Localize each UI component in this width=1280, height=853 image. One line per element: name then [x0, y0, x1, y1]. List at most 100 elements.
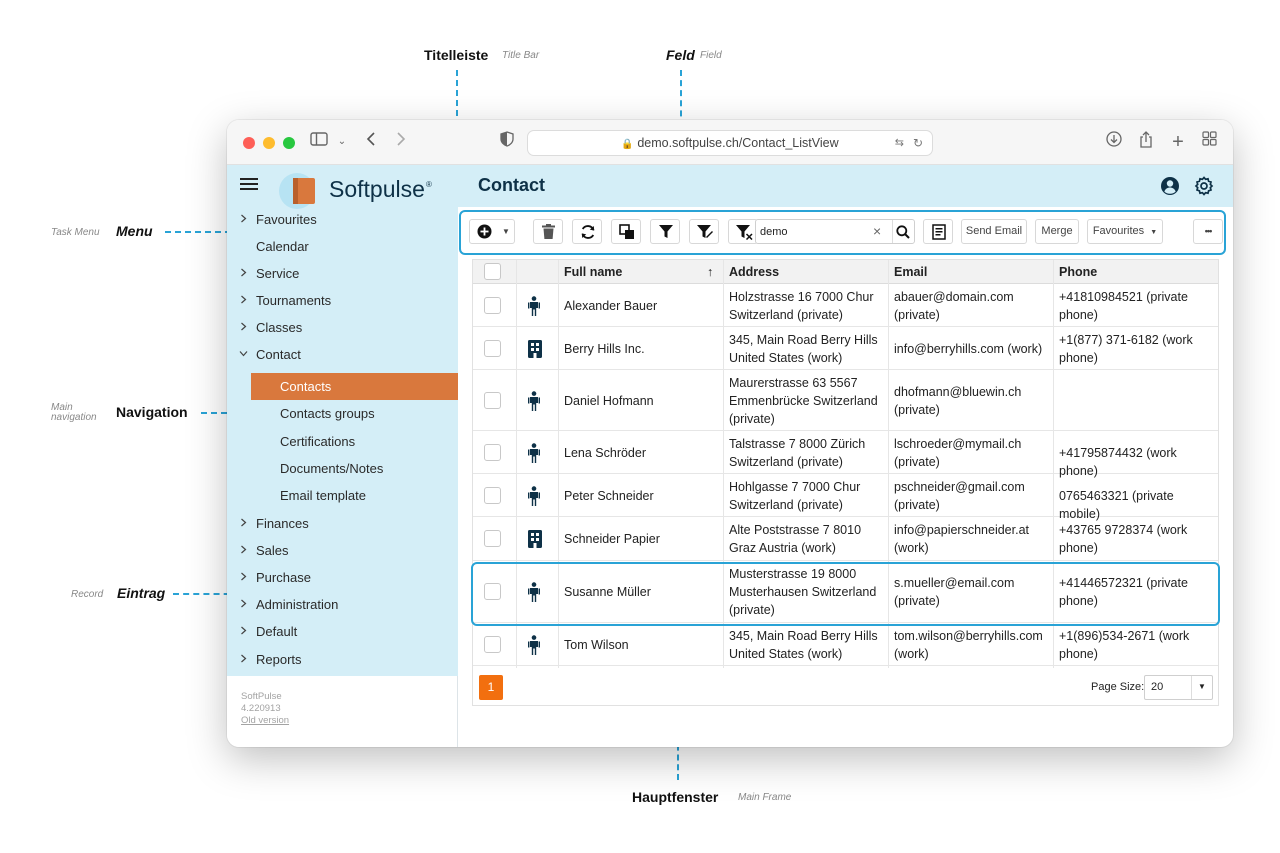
hamburger-menu-icon[interactable]: [240, 177, 258, 196]
download-icon[interactable]: [1103, 131, 1125, 153]
zoom-window-button[interactable]: [283, 137, 295, 149]
annotation-field-sub: Field: [700, 50, 722, 61]
sort-ascending-icon[interactable]: ↑: [707, 263, 713, 281]
sidebar-item-email-template[interactable]: Email template: [227, 482, 458, 509]
address-bar[interactable]: 🔒 demo.softpulse.ch/Contact_ListView ⇆ ↻: [527, 130, 933, 156]
chevron-right-icon: [237, 646, 249, 673]
column-header-email[interactable]: Email: [894, 263, 927, 281]
sidebar-item-contacts-groups[interactable]: Contacts groups: [227, 400, 458, 427]
annotation-line-navigation: [201, 412, 227, 414]
annotation-navigation-sub2: navigation: [51, 412, 97, 423]
sidebar: Softpulse ® Favourites Calendar Service Tou…: [227, 165, 458, 747]
share-icon[interactable]: [1135, 131, 1157, 153]
chevron-down-icon[interactable]: ⌄: [331, 131, 353, 153]
sidebar-item-label: Calendar: [256, 239, 309, 254]
sidebar-item-tournaments[interactable]: Tournaments: [227, 287, 458, 314]
column-header-full-name[interactable]: Full name: [564, 263, 622, 281]
annotation-main-frame: Hauptfenster: [632, 789, 719, 805]
cell-address: Switzerland (private): [729, 307, 843, 322]
sidebar-item-finances[interactable]: Finances: [227, 510, 458, 537]
cell-address: Alte Poststrasse 7 8010: [729, 523, 862, 537]
chevron-right-icon: [237, 260, 249, 287]
page-size-select[interactable]: 20 ▼: [1144, 675, 1213, 700]
cell-address: Emmenbrücke Switzerland: [729, 393, 878, 408]
table-row[interactable]: Alexander Bauer Holzstrasse 16 7000 Chur S…: [473, 284, 1218, 327]
page-title: Contact: [478, 175, 545, 195]
sidebar-item-label: Contacts: [280, 379, 332, 394]
sidebar-item-label: Service: [256, 266, 300, 281]
row-checkbox[interactable]: [484, 635, 501, 653]
cell-email: pschneider@gmail.com: [894, 479, 1025, 494]
translate-icon[interactable]: ⇆: [895, 131, 904, 155]
row-checkbox[interactable]: [484, 486, 501, 504]
sidebar-item-label: Tournaments: [256, 293, 332, 308]
sidebar-item-label: Email template: [280, 488, 366, 504]
settings-gear-icon[interactable]: [1194, 176, 1214, 201]
row-checkbox[interactable]: [484, 296, 501, 314]
content-header: Contact: [458, 165, 1233, 207]
cell-address: Holzstrasse 16 7000 Chur: [729, 289, 874, 304]
annotation-main-frame-sub: Main Frame: [738, 792, 792, 803]
sidebar-item-default[interactable]: Default: [227, 618, 458, 645]
page-size-label: Page Size:: [1091, 681, 1145, 693]
chevron-down-icon: [237, 341, 249, 368]
cell-address: 345, Main Road Berry Hills: [729, 332, 878, 347]
table-row[interactable]: Schneider Papier Alte Poststrasse 7 8010 G…: [473, 517, 1218, 561]
version-name: SoftPulse: [241, 691, 282, 702]
tab-overview-icon[interactable]: [1198, 131, 1220, 153]
chevron-right-icon: [237, 591, 249, 618]
close-window-button[interactable]: [243, 137, 255, 149]
chevron-right-icon: [237, 510, 249, 537]
sidebar-item-administration[interactable]: Administration: [227, 591, 458, 618]
sidebar-item-reports[interactable]: Reports: [227, 646, 458, 673]
sidebar-item-classes[interactable]: Classes: [227, 314, 458, 341]
person-icon: [527, 485, 547, 508]
back-icon[interactable]: [360, 131, 382, 153]
cell-phone: +43765 9728374 (work: [1059, 523, 1188, 537]
sidebar-item-documents-notes[interactable]: Documents/Notes: [227, 455, 458, 482]
chevron-right-icon: [237, 564, 249, 591]
sidebar-item-purchase[interactable]: Purchase: [227, 564, 458, 591]
row-checkbox[interactable]: [484, 339, 501, 357]
column-header-phone[interactable]: Phone: [1059, 263, 1097, 281]
table-row[interactable]: Berry Hills Inc. 345, Main Road Berry Hil…: [473, 327, 1218, 370]
sidebar-toggle-icon[interactable]: [308, 131, 330, 153]
annotation-record: Eintrag: [117, 585, 166, 601]
privacy-shield-icon[interactable]: [496, 131, 518, 153]
cell-email: (private): [894, 402, 940, 417]
table-row[interactable]: Tom Wilson 345, Main Road Berry Hills Unit…: [473, 623, 1218, 666]
softpulse-logo-icon: [279, 173, 315, 209]
sidebar-item-contact[interactable]: Contact: [227, 341, 458, 368]
company-icon: [527, 529, 547, 551]
sidebar-item-certifications[interactable]: Certifications: [227, 428, 458, 455]
column-header-address[interactable]: Address: [729, 263, 779, 281]
sidebar-item-favourites[interactable]: Favourites: [227, 206, 458, 233]
table-row[interactable]: Daniel Hofmann Maurerstrasse 63 5567 Emmen…: [473, 370, 1218, 431]
cell-full-name: Daniel Hofmann: [564, 393, 654, 408]
minimize-window-button[interactable]: [263, 137, 275, 149]
row-checkbox[interactable]: [484, 443, 501, 461]
row-checkbox[interactable]: [484, 530, 501, 547]
sidebar-item-calendar[interactable]: Calendar: [227, 233, 458, 260]
sidebar-item-sales[interactable]: Sales: [227, 537, 458, 564]
old-version-link[interactable]: Old version: [241, 715, 289, 726]
app-logo[interactable]: Softpulse ®: [275, 171, 475, 209]
new-tab-icon[interactable]: +: [1167, 131, 1189, 153]
sidebar-item-contacts[interactable]: Contacts: [251, 373, 458, 400]
forward-icon[interactable]: [390, 131, 412, 153]
table-row[interactable]: Peter Schneider Hohlgasse 7 7000 Chur Swit…: [473, 474, 1218, 521]
sidebar-item-label: Documents/Notes: [280, 460, 384, 476]
sidebar-item-label: Finances: [256, 516, 309, 531]
reload-icon[interactable]: ↻: [913, 131, 923, 155]
cell-email: abauer@domain.com: [894, 289, 1014, 304]
table-row[interactable]: Lena Schröder Talstrasse 7 8000 Zürich Swi…: [473, 431, 1218, 478]
user-account-icon[interactable]: [1160, 176, 1180, 201]
select-all-checkbox[interactable]: [484, 263, 501, 280]
sidebar-item-service[interactable]: Service: [227, 260, 458, 287]
pagination-page-1[interactable]: 1: [479, 675, 503, 700]
sidebar-item-label: Administration: [256, 597, 339, 613]
cell-full-name: Berry Hills Inc.: [564, 341, 645, 356]
row-checkbox[interactable]: [484, 391, 501, 409]
cell-address: Talstrasse 7 8000 Zürich: [729, 436, 866, 451]
person-icon: [527, 295, 547, 318]
